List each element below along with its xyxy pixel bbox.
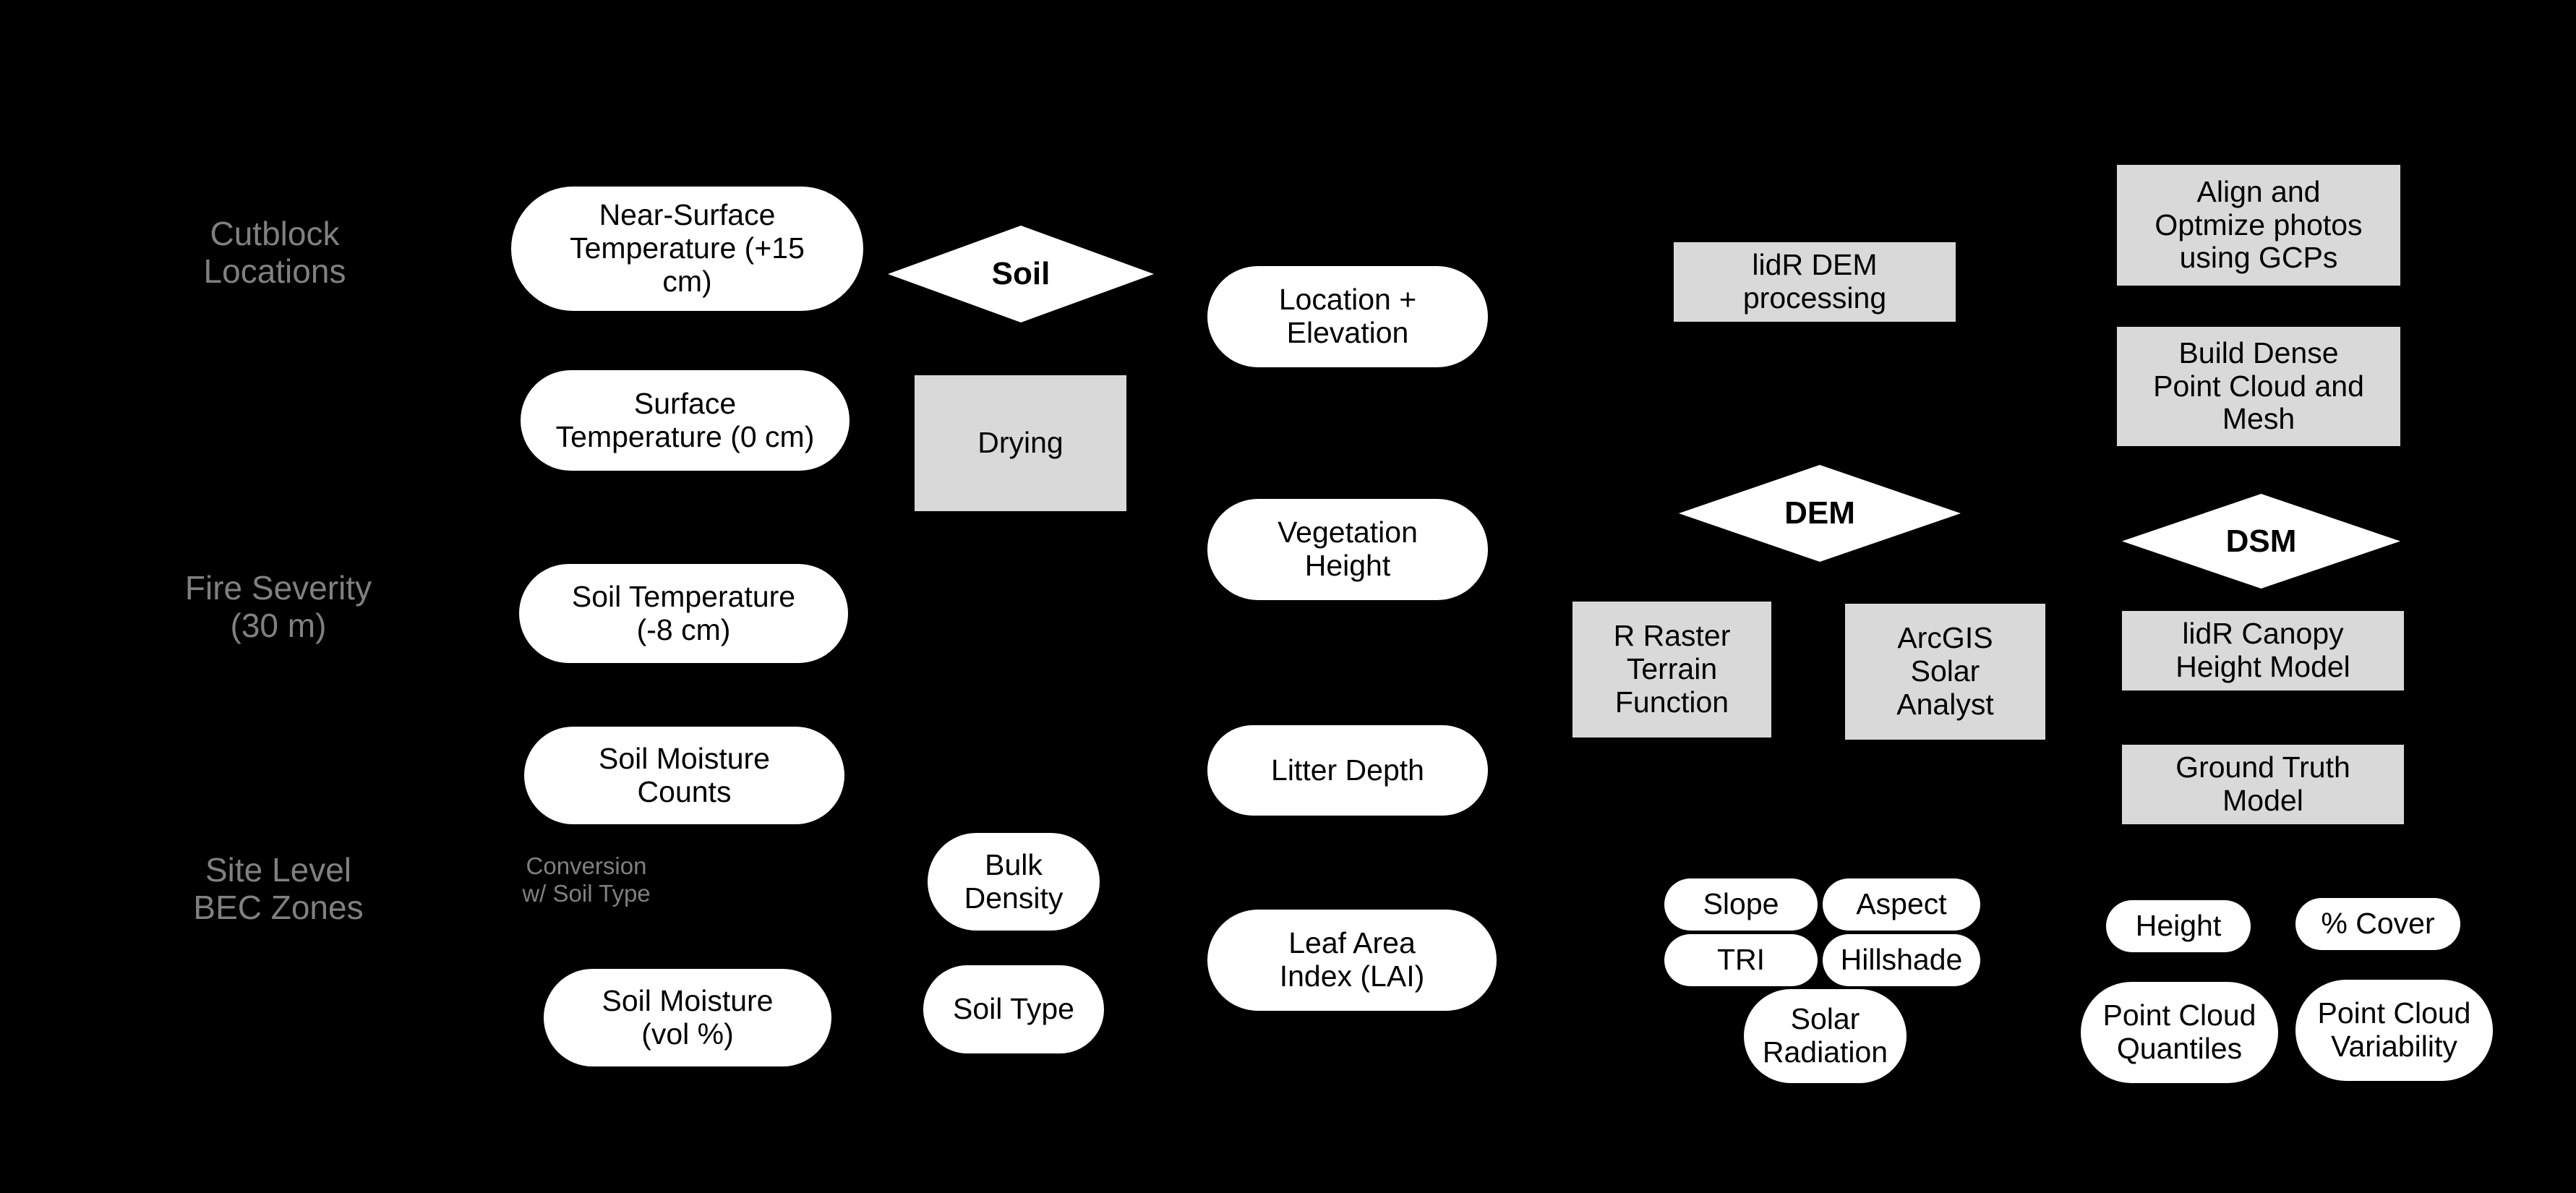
node-dsm-decision[interactable]: DSM (2122, 494, 2400, 589)
group-label-cutblock-locations: Cutblock Locations (203, 214, 346, 290)
node-percent-cover[interactable]: % Cover (2295, 898, 2460, 950)
node-align-optimize-photos[interactable]: Align and Optmize photos using GCPs (2117, 165, 2400, 286)
node-leaf-area-index[interactable]: Leaf Area Index (LAI) (1207, 910, 1497, 1011)
node-soil-type[interactable]: Soil Type (923, 965, 1104, 1053)
node-soil-moisture-vol[interactable]: Soil Moisture (vol %) (544, 969, 831, 1066)
diagram-canvas: Cutblock Locations Fire Severity (30 m) … (0, 0, 2576, 1193)
node-point-cloud-quantiles[interactable]: Point Cloud Quantiles (2081, 982, 2278, 1083)
node-location-elevation[interactable]: Location + Elevation (1207, 266, 1488, 367)
node-solar-radiation[interactable]: Solar Radiation (1744, 989, 1907, 1083)
node-lidr-dem-processing[interactable]: lidR DEM processing (1674, 242, 1956, 322)
node-label: DEM (1784, 495, 1855, 531)
node-point-cloud-variability[interactable]: Point Cloud Variability (2295, 980, 2493, 1081)
node-soil-decision[interactable]: Soil (888, 226, 1154, 322)
node-height[interactable]: Height (2106, 900, 2251, 952)
node-drying[interactable]: Drying (915, 375, 1126, 511)
node-ground-truth-model[interactable]: Ground Truth Model (2122, 745, 2404, 824)
node-build-dense-point-cloud-mesh[interactable]: Build Dense Point Cloud and Mesh (2117, 327, 2400, 446)
node-litter-depth[interactable]: Litter Depth (1207, 725, 1488, 816)
node-tri[interactable]: TRI (1664, 934, 1818, 986)
node-dem-decision[interactable]: DEM (1679, 465, 1961, 562)
node-arcgis-solar-analyst[interactable]: ArcGIS Solar Analyst (1845, 604, 2045, 740)
node-soil-temperature[interactable]: Soil Temperature (-8 cm) (519, 564, 848, 663)
group-label-site-level-bec-zones: Site Level BEC Zones (193, 850, 364, 926)
node-surface-temperature[interactable]: Surface Temperature (0 cm) (521, 370, 850, 471)
node-vegetation-height[interactable]: Vegetation Height (1207, 499, 1488, 600)
node-r-raster-terrain-function[interactable]: R Raster Terrain Function (1572, 602, 1771, 737)
node-label: Soil (991, 256, 1050, 292)
node-aspect[interactable]: Aspect (1823, 878, 1980, 931)
annotation-conversion-with-soil-type: Conversion w/ Soil Type (522, 852, 651, 907)
node-soil-moisture-counts[interactable]: Soil Moisture Counts (524, 727, 844, 824)
group-label-fire-severity: Fire Severity (30 m) (184, 568, 372, 644)
node-slope[interactable]: Slope (1664, 878, 1818, 931)
node-lidr-canopy-height-model[interactable]: lidR Canopy Height Model (2122, 611, 2404, 690)
node-label: DSM (2225, 523, 2297, 559)
node-hillshade[interactable]: Hillshade (1823, 934, 1980, 986)
node-bulk-density[interactable]: Bulk Density (928, 833, 1100, 931)
node-near-surface-temperature[interactable]: Near-Surface Temperature (+15 cm) (511, 187, 863, 311)
